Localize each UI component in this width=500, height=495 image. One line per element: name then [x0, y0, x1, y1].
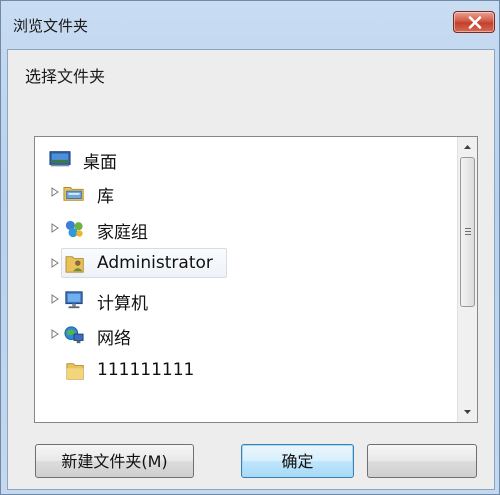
- scroll-down-arrow-icon: [464, 410, 471, 414]
- tree-item-computer[interactable]: 计算机: [35, 284, 455, 314]
- dialog-prompt: 选择文件夹: [25, 67, 106, 86]
- browse-folder-dialog: 浏览文件夹 选择文件夹 桌面 库 家庭组 Administrator 计算机 网…: [0, 0, 500, 495]
- tree-item-desktop[interactable]: 桌面: [35, 143, 455, 173]
- expand-arrow-icon[interactable]: [50, 329, 60, 339]
- user-folder-icon: [65, 256, 84, 273]
- expand-arrow-icon[interactable]: [50, 187, 60, 197]
- new-folder-button[interactable]: 新建文件夹(M): [35, 444, 194, 478]
- expand-arrow-icon[interactable]: [50, 223, 60, 233]
- tree-item-network[interactable]: 网络: [35, 319, 455, 349]
- tree-item-label: 网络: [97, 329, 131, 349]
- tree-item-label: 库: [97, 187, 114, 207]
- folder-tree[interactable]: 桌面 库 家庭组 Administrator 计算机 网络 111111111: [34, 136, 478, 423]
- tree-item-label: 111111111: [97, 360, 195, 380]
- desktop-icon: [49, 151, 71, 167]
- tree-item-label: 计算机: [97, 294, 148, 314]
- tree-item-label: 家庭组: [97, 223, 148, 243]
- scroll-down-button[interactable]: [458, 403, 477, 421]
- close-icon: [468, 16, 482, 29]
- ok-button[interactable]: 确定: [241, 444, 354, 478]
- expand-arrow-icon[interactable]: [50, 258, 60, 268]
- window-title: 浏览文件夹: [13, 17, 89, 35]
- tree-item-label: Administrator: [97, 253, 213, 273]
- tree-item-folder[interactable]: 111111111: [35, 355, 455, 385]
- grip-line: [465, 228, 471, 229]
- tree-item-libraries[interactable]: 库: [35, 177, 455, 207]
- grip-line: [465, 234, 471, 235]
- scroll-up-arrow-icon: [464, 145, 471, 149]
- network-icon: [64, 326, 84, 344]
- vertical-scrollbar[interactable]: [457, 137, 477, 422]
- grip-line: [465, 231, 471, 232]
- homegroup-icon: [65, 220, 83, 238]
- expand-arrow-icon[interactable]: [50, 294, 60, 304]
- tree-item-homegroup[interactable]: 家庭组: [35, 213, 455, 243]
- tree-item-administrator[interactable]: Administrator: [35, 248, 455, 278]
- library-folder-icon: [63, 187, 84, 201]
- cancel-button[interactable]: [367, 444, 477, 478]
- tree-item-label: 桌面: [83, 153, 117, 173]
- folder-icon: [66, 363, 84, 380]
- scroll-up-button[interactable]: [458, 138, 477, 156]
- scroll-thumb[interactable]: [460, 157, 475, 307]
- computer-icon: [65, 291, 83, 309]
- title-bar[interactable]: 浏览文件夹: [1, 1, 499, 49]
- close-button[interactable]: [453, 11, 495, 33]
